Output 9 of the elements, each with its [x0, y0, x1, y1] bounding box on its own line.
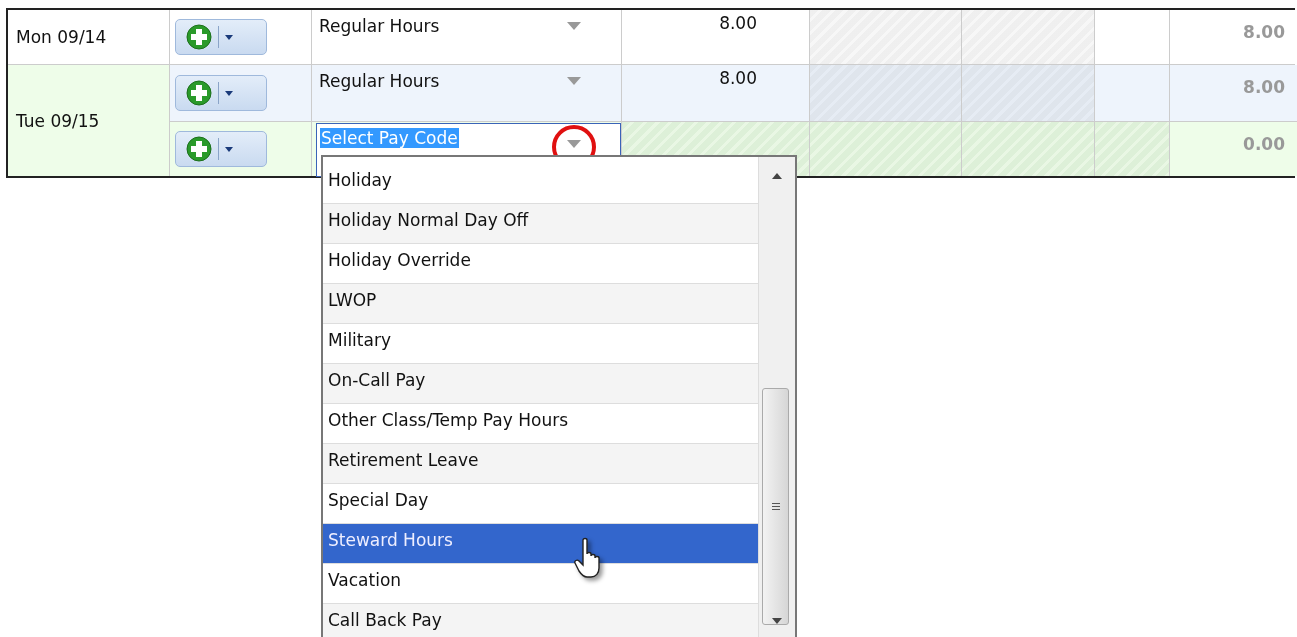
total-cell-text: 8.00 [1242, 21, 1286, 44]
pay-code-text: Regular Hours [319, 71, 440, 91]
selected-text: Select Pay Code [320, 128, 459, 148]
date-cell: Tue 09/15 [8, 65, 170, 176]
total-cell-text: 8.00 [1242, 76, 1286, 99]
hours-value: 8.00 [719, 13, 757, 33]
hours-value: 8.00 [719, 68, 757, 88]
total-cell-text: 0.00 [1242, 133, 1286, 156]
pay-code-text: Regular Hours [319, 16, 440, 36]
